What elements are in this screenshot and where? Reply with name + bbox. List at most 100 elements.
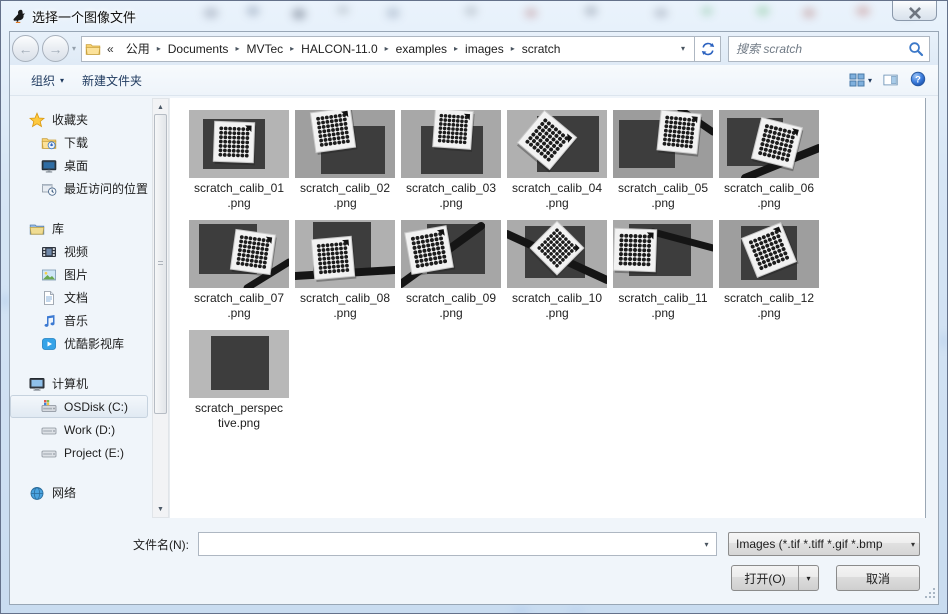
file-label: scratch_calib_10 .png — [511, 291, 603, 320]
file-label: scratch_perspec tive.png — [194, 401, 284, 430]
sidebar-item-label: 桌面 — [64, 159, 89, 173]
file-label: scratch_calib_05 .png — [617, 181, 709, 210]
file-tile[interactable]: scratch_calib_08 .png — [292, 220, 398, 321]
sidebar-item-desktop[interactable]: 桌面 — [10, 154, 148, 177]
file-thumbnail — [507, 220, 607, 288]
resize-grip[interactable] — [925, 588, 936, 602]
file-thumbnail — [189, 220, 289, 288]
file-label: scratch_calib_02 .png — [299, 181, 391, 210]
search-input[interactable] — [736, 38, 908, 59]
sidebar-item-label: 视频 — [64, 245, 89, 259]
file-tile[interactable]: scratch_calib_07 .png — [186, 220, 292, 321]
dialog-window: 选择一个图像文件 ← → ▾ « 公用 ▸ Documents ▸ MVTec ▸ HALC… — [0, 0, 948, 614]
filename-input[interactable] — [199, 534, 697, 554]
sidebar-scrollbar[interactable]: ▲ ▼ — [152, 98, 169, 518]
disk-icon — [41, 422, 57, 438]
sidebar-group-label: 库 — [52, 222, 65, 236]
refresh-button[interactable] — [695, 35, 721, 62]
file-tile[interactable]: scratch_calib_06 .png — [716, 110, 822, 211]
breadcrumb-item[interactable]: scratch — [516, 37, 567, 61]
open-button[interactable]: 打开(O) — [732, 570, 798, 587]
breadcrumb-item[interactable]: HALCON-11.0 — [295, 37, 383, 61]
sidebar-group-favorites[interactable]: 收藏夹 — [10, 108, 148, 131]
file-tile[interactable]: scratch_calib_11 .png — [610, 220, 716, 321]
filename-dropdown-button[interactable]: ▾ — [697, 533, 716, 555]
breadcrumb-item[interactable]: images — [459, 37, 510, 61]
sidebar-group-label: 收藏夹 — [52, 113, 89, 127]
file-tile[interactable]: scratch_calib_12 .png — [716, 220, 822, 321]
sidebar-item-label: 音乐 — [64, 314, 89, 328]
sidebar-group-computer[interactable]: 计算机 — [10, 372, 148, 395]
sidebar-item-label: 下载 — [64, 136, 89, 150]
breadcrumb-item[interactable]: 公用 — [120, 37, 156, 61]
preview-pane-icon — [883, 72, 899, 88]
sidebar-item-downloads[interactable]: 下载 — [10, 131, 148, 154]
scroll-up-button[interactable]: ▲ — [157, 100, 164, 114]
file-tile[interactable]: scratch_calib_10 .png — [504, 220, 610, 321]
file-thumbnail — [295, 110, 395, 178]
sidebar-group-label: 网络 — [52, 486, 77, 500]
youku-icon — [41, 336, 57, 352]
forward-button[interactable]: → — [42, 35, 69, 62]
scroll-down-button[interactable]: ▼ — [157, 502, 164, 516]
preview-pane-button[interactable] — [883, 72, 899, 88]
address-dropdown-button[interactable]: ▾ — [675, 44, 691, 53]
filename-combobox: ▾ — [198, 532, 717, 556]
sidebar-item-videos[interactable]: 视频 — [10, 240, 148, 263]
close-button[interactable] — [892, 1, 937, 21]
help-button[interactable]: ? — [910, 71, 926, 89]
sidebar-item-label: Work (D:) — [64, 422, 116, 437]
file-label: scratch_calib_09 .png — [405, 291, 497, 320]
sidebar-item-recent-places[interactable]: 最近访问的位置 — [10, 177, 148, 200]
file-list: scratch_calib_01 .png scratch_calib_02 .png… — [169, 98, 926, 518]
file-tile[interactable]: scratch_calib_05 .png — [610, 110, 716, 211]
cancel-button[interactable]: 取消 — [836, 565, 920, 591]
sidebar-item-youku-library[interactable]: 优酷影视库 — [10, 332, 148, 355]
scrollbar-thumb[interactable] — [154, 114, 167, 414]
file-tile[interactable]: scratch_calib_01 .png — [186, 110, 292, 211]
sidebar-item-project-e[interactable]: Project (E:) — [10, 441, 148, 464]
sidebar-item-work-d[interactable]: Work (D:) — [10, 418, 148, 441]
new-folder-button[interactable]: 新建文件夹 — [73, 68, 151, 93]
sidebar-group-libraries[interactable]: 库 — [10, 217, 148, 240]
breadcrumb-item[interactable]: MVTec — [240, 37, 289, 61]
views-button[interactable]: ▾ — [849, 72, 872, 88]
recent-pages-dropdown[interactable]: ▾ — [69, 44, 81, 53]
breadcrumb-item[interactable]: examples — [390, 37, 453, 61]
back-button[interactable]: ← — [12, 35, 39, 62]
file-type-value: Images (*.tif *.tiff *.gif *.bmp — [736, 537, 883, 551]
file-tile[interactable]: scratch_calib_03 .png — [398, 110, 504, 211]
sidebar-item-label: OSDisk (C:) — [64, 399, 128, 414]
file-tile[interactable]: scratch_calib_04 .png — [504, 110, 610, 211]
video-icon — [41, 244, 57, 260]
breadcrumb-overflow-button[interactable]: « — [102, 42, 119, 56]
file-thumbnail — [401, 110, 501, 178]
file-label: scratch_calib_08 .png — [299, 291, 391, 320]
help-icon: ? — [910, 71, 926, 89]
footer: 文件名(N): ▾ Images (*.tif *.tiff *.gif *.b… — [10, 518, 938, 604]
computer-icon — [29, 376, 45, 392]
sidebar-group-label: 计算机 — [52, 377, 89, 391]
close-icon — [907, 5, 923, 20]
organize-button[interactable]: 组织 ▾ — [22, 68, 73, 93]
file-thumbnail — [189, 110, 289, 178]
sidebar-group-network[interactable]: 网络 — [10, 481, 148, 504]
dialog-client-area: ← → ▾ « 公用 ▸ Documents ▸ MVTec ▸ HALCON-11.0 ▸ e… — [9, 31, 939, 605]
sidebar-item-osdisk-c[interactable]: OSDisk (C:) — [10, 395, 148, 418]
file-tile[interactable]: scratch_calib_09 .png — [398, 220, 504, 321]
file-thumbnail — [401, 220, 501, 288]
file-type-select[interactable]: Images (*.tif *.tiff *.gif *.bmp ▾ — [728, 532, 920, 556]
sidebar-item-pictures[interactable]: 图片 — [10, 263, 148, 286]
sidebar-item-music[interactable]: 音乐 — [10, 309, 148, 332]
sidebar-item-documents[interactable]: 文档 — [10, 286, 148, 309]
address-bar[interactable]: « 公用 ▸ Documents ▸ MVTec ▸ HALCON-11.0 ▸ example… — [81, 35, 695, 62]
file-tile[interactable]: scratch_perspec tive.png — [186, 330, 292, 431]
open-dropdown-button[interactable]: ▾ — [798, 566, 818, 590]
navigation-pane: 收藏夹下载桌面最近访问的位置库视频图片 文档音乐优酷影视库计算机 OSDisk (C… — [10, 98, 152, 518]
breadcrumb-item[interactable]: Documents — [162, 37, 235, 61]
file-tile[interactable]: scratch_calib_02 .png — [292, 110, 398, 211]
chevron-down-icon: ▾ — [60, 75, 65, 85]
